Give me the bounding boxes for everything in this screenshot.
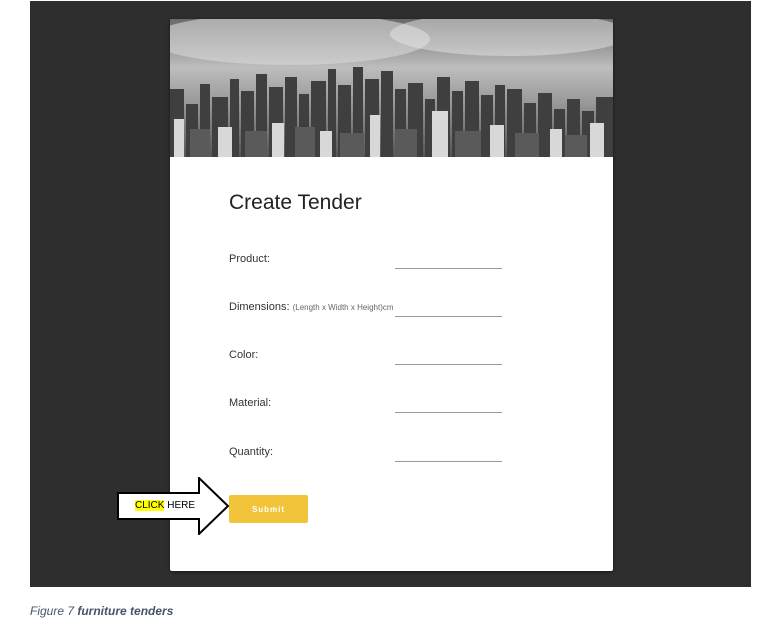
product-label: Product: — [229, 253, 270, 265]
material-row: Material: — [229, 389, 569, 413]
dimensions-row: Dimensions: (Length x Width x Height)cm — [229, 293, 569, 317]
material-label: Material: — [229, 397, 272, 409]
click-highlight: CLICK — [135, 500, 165, 511]
material-input[interactable] — [395, 394, 502, 413]
color-row: Color: — [229, 341, 569, 365]
product-input[interactable] — [395, 250, 502, 269]
product-row: Product: — [229, 245, 569, 269]
dimensions-input[interactable] — [395, 298, 502, 317]
submit-button[interactable]: Submit — [229, 495, 308, 523]
dimensions-label: Dimensions: (Length x Width x Height)cm — [229, 301, 394, 313]
quantity-input[interactable] — [395, 443, 502, 462]
city-skyline-header-image — [170, 19, 613, 157]
dimensions-hint: (Length x Width x Height)cm — [292, 303, 394, 312]
create-tender-card: Create Tender Product: Dimensions: (Leng… — [170, 19, 613, 571]
click-here-label: CLICK HERE — [135, 500, 196, 511]
page-title: Create Tender — [229, 191, 362, 214]
color-input[interactable] — [395, 346, 502, 365]
color-label: Color: — [229, 349, 259, 361]
quantity-label: Quantity: — [229, 446, 274, 458]
quantity-row: Quantity: — [229, 438, 569, 462]
figure-caption: Figure 7 furniture tenders — [30, 604, 174, 618]
